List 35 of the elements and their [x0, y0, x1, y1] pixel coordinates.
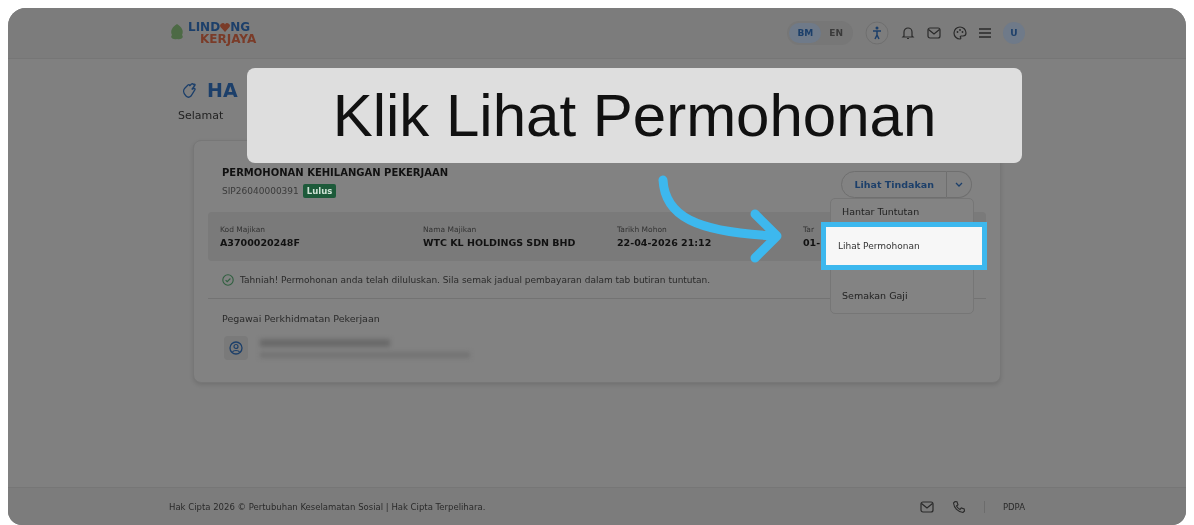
- language-option[interactable]: BM: [789, 23, 822, 43]
- reference-number: SIP26040000391: [222, 186, 299, 196]
- accessibility-icon[interactable]: [865, 21, 889, 45]
- field-value: 22-04-2026 21:12: [617, 237, 713, 248]
- user-icon: [224, 336, 248, 360]
- approval-notice: Tahniah! Permohonan anda telah diluluskan. Sila semak jadual pembayaran dalam tab butiran tuntutan.: [240, 275, 711, 285]
- copyright-text: Hak Cipta 2026 © Pertubuhan Keselamatan Sosial | Hak Cipta Terpelihara.: [169, 501, 486, 512]
- caret-icon: [955, 182, 963, 187]
- menu-item[interactable]: Semakan Gaji: [831, 286, 973, 305]
- logo-subtext: KERJAYA: [200, 33, 257, 45]
- logo-text: NG: [230, 21, 251, 33]
- heart-icon: [220, 22, 231, 32]
- dropdown-toggle[interactable]: [947, 171, 972, 198]
- pdpa-link[interactable]: PDPA: [1002, 501, 1025, 512]
- bell-icon[interactable]: [901, 26, 915, 40]
- mail-icon[interactable]: [919, 500, 934, 513]
- phone-icon[interactable]: [951, 499, 966, 514]
- greeting-heading: HA: [207, 79, 238, 101]
- field-value: WTC KL HOLDINGS SDN BHD: [423, 237, 577, 248]
- palette-icon[interactable]: [953, 26, 967, 40]
- menu-item[interactable]: Hantar Tuntutan: [831, 202, 973, 221]
- menu-icon[interactable]: [979, 28, 991, 38]
- welcome-text: Selamat: [178, 109, 225, 122]
- menu-item[interactable]: Lihat Permohonan: [821, 222, 987, 270]
- callout-caption: Klik Lihat Permohonan: [247, 68, 1022, 163]
- check-circle-icon: [222, 274, 234, 286]
- mail-icon[interactable]: [927, 27, 941, 39]
- application-title: PERMOHONAN KEHILANGAN PEKERJAAN: [222, 167, 449, 178]
- field-value: A3700020248F: [220, 237, 301, 248]
- section-heading: Pegawai Perkhidmatan Pekerjaan: [222, 313, 380, 324]
- logo-text: LIND: [188, 21, 221, 33]
- language-option[interactable]: EN: [821, 23, 851, 43]
- user-avatar[interactable]: U: [1003, 22, 1025, 44]
- view-actions-button[interactable]: Lihat Tindakan: [841, 171, 947, 198]
- status-badge: Lulus: [302, 184, 337, 198]
